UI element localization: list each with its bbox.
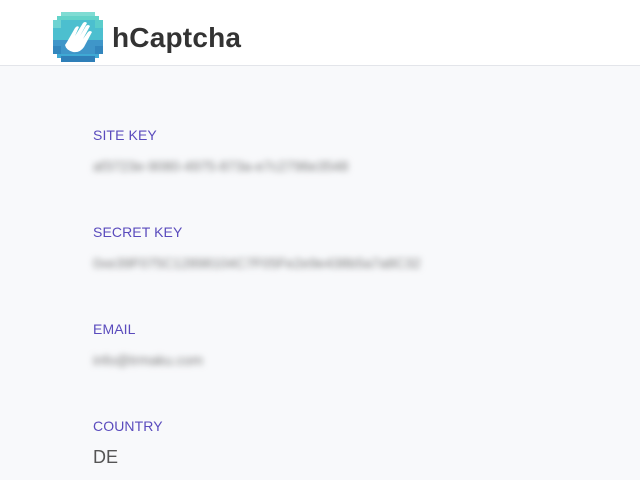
- brand-name: hCaptcha: [112, 22, 242, 53]
- key-details-panel: SITE KEY af3723e-9080-4975-873a-e7c2796e…: [0, 67, 640, 480]
- country-label: COUNTRY: [93, 418, 163, 434]
- email-field: EMAIL info@trmaku.com: [93, 320, 203, 372]
- secret-key-field: SECRET KEY 0xe39F075C12898104C7F05Fe2e9e…: [93, 223, 421, 275]
- site-key-field: SITE KEY af3723e-9080-4975-873a-e7c2796e…: [93, 126, 348, 178]
- email-label: EMAIL: [93, 321, 136, 337]
- hcaptcha-hand-logo-icon[interactable]: [53, 12, 103, 62]
- site-key-label: SITE KEY: [93, 127, 157, 143]
- site-key-value[interactable]: af3723e-9080-4975-873a-e7c2796e3548: [93, 154, 348, 178]
- secret-key-value[interactable]: 0xe39F075C12898104C7F05Fe2e9e438b5a7a8C3…: [93, 251, 421, 275]
- country-field: COUNTRY DE: [93, 417, 163, 469]
- secret-key-label: SECRET KEY: [93, 224, 183, 240]
- email-value[interactable]: info@trmaku.com: [93, 348, 203, 372]
- country-value: DE: [93, 447, 119, 467]
- top-header: hCaptcha: [0, 0, 640, 66]
